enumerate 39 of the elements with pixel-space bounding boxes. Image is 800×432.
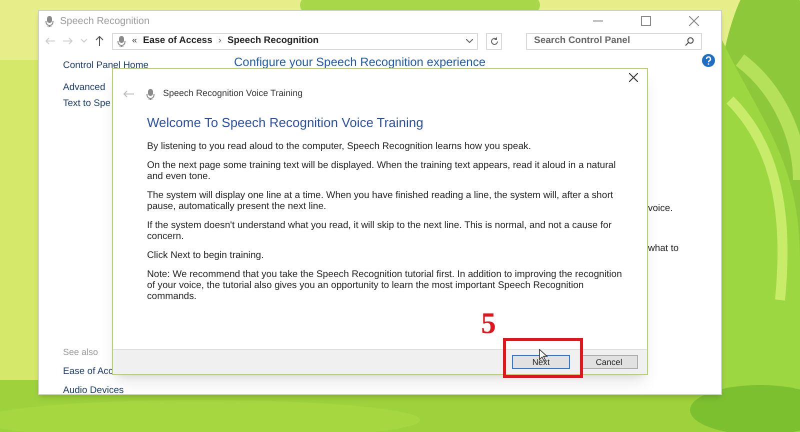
search-icon — [685, 36, 694, 46]
paragraph: The system will display one line at a time. When you have finished reading a line, the system will, after a short pause, automatically present the next line. — [147, 190, 614, 212]
breadcrumb-item[interactable]: Speech Recognition — [227, 34, 319, 48]
paragraph: Click Next to begin training. — [147, 250, 265, 260]
search-input[interactable]: Search Control Panel — [534, 34, 685, 48]
chevron-down-icon[interactable] — [466, 39, 473, 43]
refresh-icon — [490, 36, 498, 46]
sidebar-link[interactable]: Advanced — [63, 82, 106, 94]
paragraph: If the system doesn't understand what you read, it will skip to the next line. This is normal, and not a cause for concern. — [147, 220, 613, 242]
window-title: Speech Recognition — [60, 14, 150, 28]
step-number: 5 — [481, 309, 496, 339]
paragraph: Note: We recommend that you take the Speech Recognition tutorial first. In addition to improving the recognition of your voice, the tutorial also gives you an opportunity to learn the most important Speech Recognition commands. — [147, 268, 623, 302]
breadcrumb-prefix: « — [132, 34, 138, 48]
microphone-icon — [146, 88, 155, 100]
close-icon[interactable] — [629, 73, 638, 82]
breadcrumb-separator: › — [218, 34, 222, 48]
up-arrow-icon[interactable] — [95, 36, 104, 46]
maximize-icon[interactable] — [641, 16, 651, 26]
microphone-icon — [45, 16, 54, 26]
page-heading: Configure your Speech Recognition experience — [234, 56, 486, 69]
dialog-title: Speech Recognition Voice Training — [163, 87, 303, 100]
help-icon[interactable] — [702, 54, 715, 67]
microphone-icon — [117, 36, 126, 46]
see-also-title: See also — [63, 346, 100, 359]
paragraph: By listening to you read aloud to the computer, Speech Recognition learns how you speak. — [147, 140, 532, 152]
sidebar-link[interactable]: Text to Spe — [63, 98, 111, 110]
search-field[interactable]: Search Control Panel — [526, 32, 702, 50]
content-text: voice. — [648, 202, 673, 216]
refresh-button[interactable] — [486, 32, 502, 50]
paragraph: On the next page some training text will be displayed. When the training text appears, read it aloud in a natural and even tone. — [147, 160, 617, 182]
dialog-heading: Welcome To Speech Recognition Voice Training — [147, 114, 424, 132]
dialog-button[interactable]: Cancel — [580, 355, 638, 369]
address-bar[interactable]: « Ease of Access › Speech Recognition — [112, 32, 478, 50]
back-arrow-icon[interactable] — [123, 90, 134, 98]
see-also-link[interactable]: Audio Devices — [63, 384, 124, 398]
sidebar-link[interactable]: Control Panel Home — [63, 60, 149, 72]
breadcrumb-item[interactable]: Ease of Access — [143, 34, 212, 48]
content-text: what to — [648, 242, 679, 256]
dialog-button[interactable]: Next — [512, 355, 570, 369]
